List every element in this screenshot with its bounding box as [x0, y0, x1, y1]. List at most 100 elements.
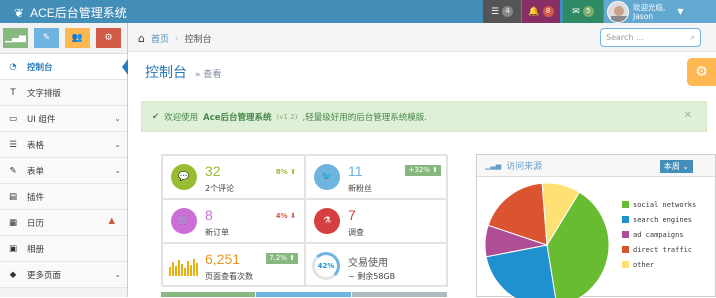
stat-change-badge: 7.2% ⬆: [266, 253, 298, 264]
pencil-shortcut-button[interactable]: ✎: [34, 28, 59, 48]
caret-down-icon: ▼: [677, 7, 684, 16]
close-icon[interactable]: ✕: [684, 110, 692, 121]
search-placeholder: Search ...: [606, 33, 644, 42]
widget-title: 访问来源: [506, 162, 543, 172]
stat-change: 8% ⬆: [275, 168, 296, 176]
page-title: 控制台: [145, 64, 187, 80]
breadcrumb-separator-icon: ›: [175, 33, 179, 44]
sidebar-item-label: 插件: [27, 192, 45, 203]
msg-badge: 5: [582, 6, 594, 17]
widget-header: ▁▃▅ 访问来源 本周 ⌄: [477, 155, 715, 177]
sidebar-item-label: 更多页面: [27, 270, 62, 281]
brand[interactable]: ❦ ACE后台管理系统: [14, 4, 127, 21]
settings-button[interactable]: ⚙: [687, 58, 716, 86]
sidebar-item-label: 表单: [27, 166, 45, 177]
page-subtitle: » 查看: [195, 70, 222, 80]
infobox-pageviews: 6,251 页面查看次数 7.2% ⬆: [162, 243, 305, 287]
arrow-up-icon: ⬆: [432, 166, 438, 174]
infobox-container: 💬 32 2个评论 8% ⬆ 🐦 11 新粉丝 +32% ⬆ 🛒 8 新订单 4…: [161, 154, 448, 287]
search-icon: ⌕: [690, 32, 695, 42]
stat-number: 8: [205, 207, 213, 223]
legend-item: other: [622, 257, 696, 272]
legend-swatch: [622, 246, 629, 253]
signal-shortcut-button[interactable]: ▁▃▅: [3, 28, 28, 48]
search-input[interactable]: Search ... ⌕: [600, 28, 701, 47]
desktop-icon: ▭: [8, 113, 18, 124]
infobox-storage: 42% 交易使用 ~ 剩余58GB: [305, 243, 448, 287]
sidebar-item-tables[interactable]: ☰ 表格 ⌄: [0, 132, 127, 158]
tag-icon: ◆: [9, 269, 17, 280]
envelope-icon: ✉: [572, 6, 580, 17]
leaf-icon: ❦: [14, 5, 25, 20]
page-header: 控制台 » 查看: [145, 62, 221, 82]
sidebar-item-label: 表格: [27, 140, 45, 151]
edit-icon: ✎: [9, 165, 17, 176]
stat-number: 7: [348, 207, 356, 223]
text-icon: T: [10, 87, 16, 98]
bell-icon: 🔔: [528, 6, 540, 17]
period-dropdown[interactable]: 本周 ⌄: [659, 160, 693, 173]
alert-pre: 欢迎使用: [164, 112, 199, 123]
stat-label: 新订单: [205, 228, 229, 237]
sidebar-item-gallery[interactable]: ▣ 相册: [0, 236, 127, 262]
legend-item: social networks: [622, 197, 696, 212]
cogs-shortcut-button[interactable]: ⚙: [96, 28, 121, 48]
sidebar-item-typography[interactable]: T 文字排版: [0, 80, 127, 106]
period-dropdown-label: 本周: [663, 162, 680, 171]
infobox-survey: ⚗ 7 调查: [305, 199, 448, 243]
legend-swatch: [622, 216, 629, 223]
sidebar-item-dashboard[interactable]: ◔ 控制台: [0, 54, 128, 80]
warning-icon: ▲: [108, 216, 115, 226]
sidebar-item-label: 控制台: [27, 62, 53, 73]
username: Jason: [633, 11, 654, 21]
stat-label: 调查: [348, 228, 364, 237]
tasks-button[interactable]: ☰ 4: [483, 0, 521, 23]
legend-label: other: [633, 260, 655, 269]
stat-number: 32: [205, 163, 221, 179]
legend-item: ad campaigns: [622, 227, 696, 242]
tasks-icon: ☰: [490, 6, 500, 17]
sidebar-shortcuts: ▁▃▅ ✎ 👥 ⚙: [0, 23, 127, 54]
messages-button[interactable]: ✉ 5: [563, 0, 603, 23]
traffic-sources-widget: ▁▃▅ 访问来源 本周 ⌄ social networks search engi…: [476, 154, 716, 298]
legend-label: social networks: [633, 200, 697, 209]
sidebar-item-calendar[interactable]: ▦ 日历 ▲: [0, 210, 127, 236]
group-shortcut-button[interactable]: 👥: [65, 28, 90, 48]
comments-icon: 💬: [171, 164, 197, 190]
user-menu[interactable]: 欢迎光临, Jason ▼: [604, 0, 716, 23]
sidebar-item-ui[interactable]: ▭ UI 组件 ⌄: [0, 106, 127, 132]
stat-label: 新粉丝: [348, 184, 372, 193]
beaker-icon: ⚗: [314, 208, 340, 234]
page-subtitle-text: 查看: [203, 70, 222, 80]
stat-number: 11: [348, 163, 363, 179]
notifications-button[interactable]: 🔔 8: [522, 0, 560, 23]
sidebar-item-label: 文字排版: [27, 88, 62, 99]
legend-label: direct traffic: [633, 245, 693, 254]
navbar: ❦ ACE后台管理系统 ☰ 4 🔔 8 ✉ 5 欢迎光临, Jason ▼: [0, 0, 716, 23]
sidebar: ▁▃▅ ✎ 👥 ⚙ ◔ 控制台 T 文字排版 ▭ UI 组件 ⌄ ☰ 表格 ⌄ …: [0, 23, 128, 297]
infobox-orders: 🛒 8 新订单 4% ⬇: [162, 199, 305, 243]
breadcrumb-current: 控制台: [184, 35, 212, 45]
calendar-icon: ▦: [8, 217, 18, 228]
arrow-up-icon: ⬆: [289, 254, 295, 262]
progress-pie: 42%: [312, 252, 340, 280]
list-icon: ☰: [9, 139, 17, 150]
bottom-strip: [256, 292, 351, 297]
tasks-badge: 4: [502, 6, 514, 17]
arrow-up-icon: ⬆: [290, 168, 296, 176]
picture-icon: ▣: [8, 243, 18, 254]
chevron-down-icon: ⌄: [114, 166, 121, 175]
sparkline-icon: [169, 258, 198, 276]
shopping-cart-icon: 🛒: [171, 208, 197, 234]
stat-change: 4% ⬇: [275, 212, 296, 220]
sidebar-item-more-pages[interactable]: ◆ 更多页面 ⌄: [0, 262, 127, 288]
sidebar-item-forms[interactable]: ✎ 表单 ⌄: [0, 158, 127, 184]
breadcrumb-home[interactable]: 首页: [151, 32, 169, 45]
gear-icon: ⚙: [695, 64, 708, 80]
stat-number: 交易使用: [348, 258, 388, 269]
welcome-text: 欢迎光临,: [633, 2, 666, 12]
legend-swatch: [622, 231, 629, 238]
sidebar-item-plugins[interactable]: ▤ 插件: [0, 184, 127, 210]
stat-change-badge: +32% ⬆: [405, 165, 441, 176]
chevron-down-icon: ⌄: [114, 270, 121, 279]
